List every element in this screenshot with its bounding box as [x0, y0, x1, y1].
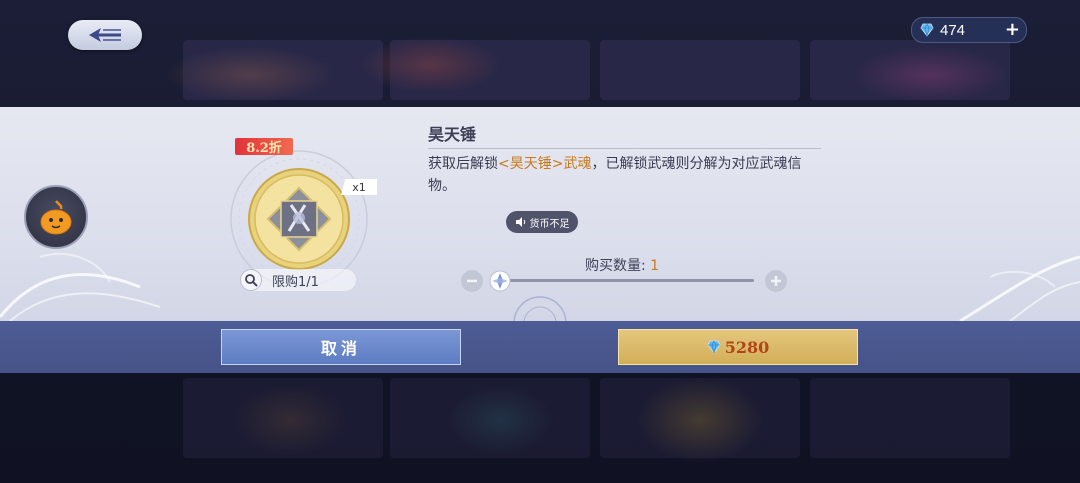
decrease-quantity-button[interactable] — [461, 270, 483, 292]
decor-swirl-right — [959, 255, 1080, 321]
back-button[interactable] — [68, 20, 142, 50]
cancel-button[interactable]: 取消 — [221, 329, 461, 365]
quantity-badge: x1 — [341, 179, 377, 195]
add-currency-button[interactable]: + — [1005, 19, 1020, 40]
purchase-dialog: 8.2折 x1 限购1/1 昊天锤 获取后解锁<昊天锤>武魂，已解锁武魂则分解为… — [0, 107, 1080, 321]
plus-icon — [771, 276, 781, 286]
diamond-icon — [707, 340, 721, 354]
pet-mascot-button[interactable] — [24, 185, 88, 249]
purchase-limit-text: 限购1/1 — [272, 274, 319, 290]
magnifier-button[interactable] — [240, 269, 262, 291]
bg-card — [810, 40, 1010, 100]
purchase-limit: 限购1/1 — [240, 269, 356, 291]
action-bar — [0, 321, 1080, 373]
buy-price: 5280 — [724, 337, 770, 357]
quantity-label: 购买数量: 1 — [585, 255, 659, 275]
background-dim — [0, 373, 1080, 483]
back-arrow-icon — [89, 28, 121, 42]
search-icon — [245, 274, 258, 287]
quantity-value: 1 — [650, 258, 660, 274]
quantity-label-text: 购买数量: — [585, 258, 646, 274]
desc-highlight: <昊天锤>武魂 — [498, 156, 592, 172]
speaker-icon — [515, 217, 525, 227]
toast-text: 货币不足 — [529, 218, 570, 230]
item-title: 昊天锤 — [428, 125, 477, 144]
bg-card — [390, 40, 590, 100]
item-description: 获取后解锁<昊天锤>武魂，已解锁武魂则分解为对应武魂信物。 — [428, 153, 828, 197]
minus-icon — [467, 279, 477, 283]
title-divider — [428, 148, 821, 149]
decor-swirl-left — [0, 252, 161, 321]
pumpkin-pet-icon — [40, 200, 72, 235]
currency-display: 474 + — [911, 17, 1027, 43]
buy-button[interactable]: 5280 — [618, 329, 858, 365]
quantity-slider-thumb[interactable] — [489, 270, 511, 292]
bg-card — [183, 40, 383, 100]
currency-amount: 474 — [940, 21, 966, 39]
increase-quantity-button[interactable] — [765, 270, 787, 292]
desc-prefix: 获取后解锁 — [428, 156, 498, 172]
quantity-slider-track[interactable] — [500, 279, 754, 282]
discount-tag: 8.2折 — [235, 138, 293, 156]
diamond-icon — [920, 23, 934, 37]
bg-card — [600, 40, 800, 100]
decor-emblem — [513, 296, 567, 321]
insufficient-currency-toast: 货币不足 — [506, 211, 578, 233]
